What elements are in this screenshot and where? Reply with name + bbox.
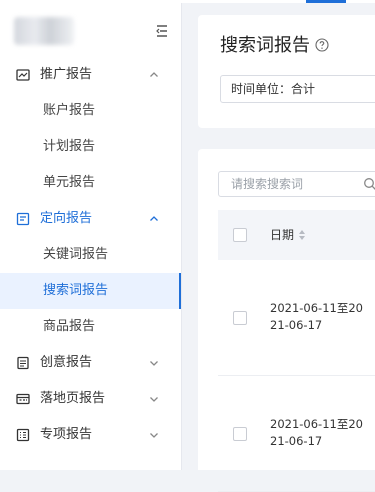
creative-icon bbox=[17, 356, 29, 370]
sidebar-item-account-report[interactable]: 账户报告 bbox=[0, 93, 181, 129]
report-table-card: 日期 2021-06-11至2021-06-17 2021-06-11至2021… bbox=[198, 149, 375, 492]
sidebar-item-label: 账户报告 bbox=[43, 103, 96, 118]
sidebar-item-label: 专项报告 bbox=[40, 427, 93, 442]
time-unit-select[interactable]: 时间单位：合计 bbox=[220, 75, 375, 103]
search-icon[interactable] bbox=[363, 177, 375, 191]
time-unit-value: 时间单位：合计 bbox=[231, 82, 316, 96]
sidebar-item-label: 商品报告 bbox=[43, 319, 96, 334]
sidebar: 推广报告 账户报告 计划报告 单元报告 定向报告 关键词报告 搜索词报告 商品报… bbox=[0, 3, 182, 470]
top-tab-indicator bbox=[306, 0, 346, 3]
page-title: 搜索词报告 bbox=[220, 35, 310, 56]
sidebar-item-label: 计划报告 bbox=[43, 139, 96, 154]
sidebar-group-creative-report[interactable]: 创意报告 bbox=[0, 345, 181, 381]
table-row: 2021-06-11至2021-06-17 bbox=[218, 260, 375, 376]
sidebar-group-special-report[interactable]: 专项报告 bbox=[0, 417, 181, 453]
sidebar-item-label: 关键词报告 bbox=[43, 247, 109, 262]
sidebar-item-label: 落地页报告 bbox=[40, 391, 106, 406]
search-box bbox=[218, 171, 375, 197]
special-report-icon bbox=[16, 428, 30, 442]
sidebar-item-unit-report[interactable]: 单元报告 bbox=[0, 165, 181, 201]
search-input[interactable] bbox=[219, 172, 361, 196]
sidebar-group-promotion-report[interactable]: 推广报告 bbox=[0, 57, 181, 93]
target-list-icon bbox=[16, 212, 30, 226]
sidebar-item-plan-report[interactable]: 计划报告 bbox=[0, 129, 181, 165]
chevron-up-icon bbox=[150, 72, 158, 77]
date-cell: 2021-06-11至2021-06-17 bbox=[270, 301, 363, 332]
sidebar-group-targeting-report[interactable]: 定向报告 bbox=[0, 201, 181, 237]
sidebar-item-label: 搜索词报告 bbox=[43, 283, 109, 298]
chevron-up-icon bbox=[150, 216, 158, 221]
sidebar-item-label: 创意报告 bbox=[40, 355, 93, 370]
chevron-down-icon bbox=[150, 361, 158, 366]
chart-line-icon bbox=[16, 69, 30, 81]
column-header-date[interactable]: 日期 bbox=[270, 210, 294, 260]
sort-icon[interactable] bbox=[298, 229, 306, 241]
menu-collapse-icon[interactable] bbox=[154, 23, 170, 39]
sidebar-item-label: 推广报告 bbox=[40, 67, 93, 82]
sidebar-item-label: 单元报告 bbox=[43, 175, 96, 190]
row-checkbox[interactable] bbox=[233, 427, 247, 441]
sidebar-item-product-report[interactable]: 商品报告 bbox=[0, 309, 181, 345]
chevron-down-icon bbox=[150, 397, 158, 402]
date-cell: 2021-06-11至2021-06-17 bbox=[270, 417, 363, 448]
sidebar-item-search-term-report[interactable]: 搜索词报告 bbox=[0, 273, 181, 309]
landing-page-icon bbox=[16, 393, 30, 405]
sidebar-group-landing-page-report[interactable]: 落地页报告 bbox=[0, 381, 181, 417]
help-icon[interactable] bbox=[315, 38, 329, 52]
table-row: 2021-06-11至2021-06-17 bbox=[218, 376, 375, 492]
chevron-down-icon bbox=[150, 433, 158, 438]
table-header: 日期 bbox=[218, 210, 375, 260]
select-all-checkbox[interactable] bbox=[233, 228, 247, 242]
row-checkbox[interactable] bbox=[233, 311, 247, 325]
sidebar-item-label: 定向报告 bbox=[40, 211, 93, 226]
logo bbox=[14, 17, 74, 45]
report-header-card: 搜索词报告 时间单位：合计 bbox=[198, 15, 375, 128]
sidebar-menu: 推广报告 账户报告 计划报告 单元报告 定向报告 关键词报告 搜索词报告 商品报… bbox=[0, 57, 181, 453]
sidebar-item-keyword-report[interactable]: 关键词报告 bbox=[0, 237, 181, 273]
